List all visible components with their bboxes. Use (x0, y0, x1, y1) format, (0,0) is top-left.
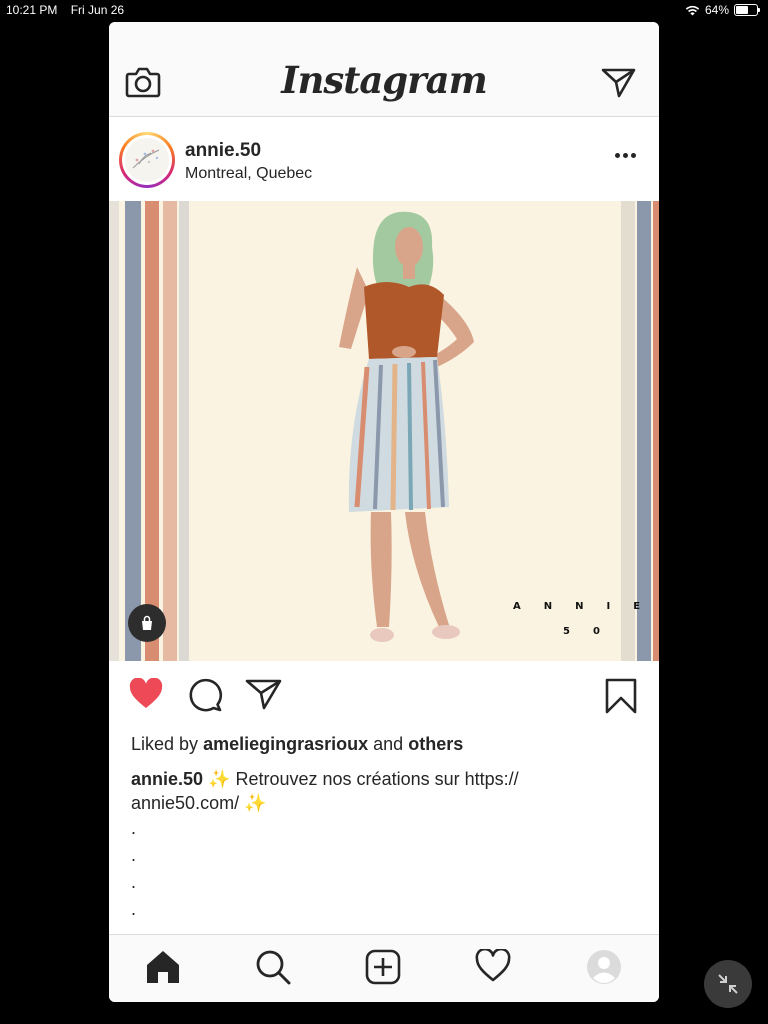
profile-icon[interactable] (586, 949, 622, 985)
collapse-button[interactable] (704, 960, 752, 1008)
brand-logo-overlay: ANNIE 50 (513, 601, 659, 637)
caption-dots: . . . . (131, 818, 137, 919)
battery-icon (734, 4, 760, 16)
post-username[interactable]: annie.50 (185, 140, 261, 162)
avatar[interactable] (119, 132, 175, 188)
home-icon[interactable] (145, 949, 181, 985)
likes-summary[interactable]: Liked by ameliegingrasrioux and others (131, 734, 463, 755)
liked-by-username[interactable]: ameliegingrasrioux (203, 734, 368, 754)
post-caption: annie.50 ✨ Retrouvez nos créations sur h… (131, 767, 631, 815)
heart-filled-icon[interactable] (128, 678, 164, 710)
status-time: 10:21 PM (6, 3, 58, 17)
top-navigation-bar: Instagram (109, 22, 659, 117)
collapse-arrows-icon (718, 974, 738, 994)
caption-username[interactable]: annie.50 (131, 769, 203, 789)
post-header: annie.50 Montreal, Quebec (109, 117, 659, 201)
share-icon[interactable] (245, 678, 283, 710)
post-actions-bar (109, 662, 659, 732)
more-options-icon[interactable] (615, 153, 639, 159)
shopping-bag-icon[interactable] (128, 604, 166, 642)
search-icon[interactable] (255, 949, 291, 985)
activity-heart-icon[interactable] (475, 949, 511, 983)
liked-by-others[interactable]: others (408, 734, 463, 754)
post-image[interactable]: ANNIE 50 (109, 201, 659, 661)
avatar-logo-icon (132, 149, 160, 169)
comment-icon[interactable] (187, 678, 223, 712)
status-date: Fri Jun 26 (70, 3, 125, 17)
wifi-icon (685, 5, 700, 15)
instagram-window: Instagram annie.50 Montreal, Quebec ANNI… (109, 22, 659, 1002)
new-post-icon[interactable] (365, 949, 401, 985)
direct-message-icon[interactable] (601, 66, 637, 98)
post-location[interactable]: Montreal, Quebec (185, 165, 312, 183)
sparkle-emoji: ✨ (244, 793, 267, 813)
app-title: Instagram (281, 58, 488, 102)
model-photo (339, 211, 474, 642)
bookmark-icon[interactable] (604, 678, 638, 714)
battery-percentage: 64% (704, 3, 729, 17)
bottom-tab-bar (109, 934, 659, 1002)
sparkle-emoji: ✨ (208, 769, 231, 789)
status-bar: 10:21 PM Fri Jun 26 64% (0, 0, 768, 20)
